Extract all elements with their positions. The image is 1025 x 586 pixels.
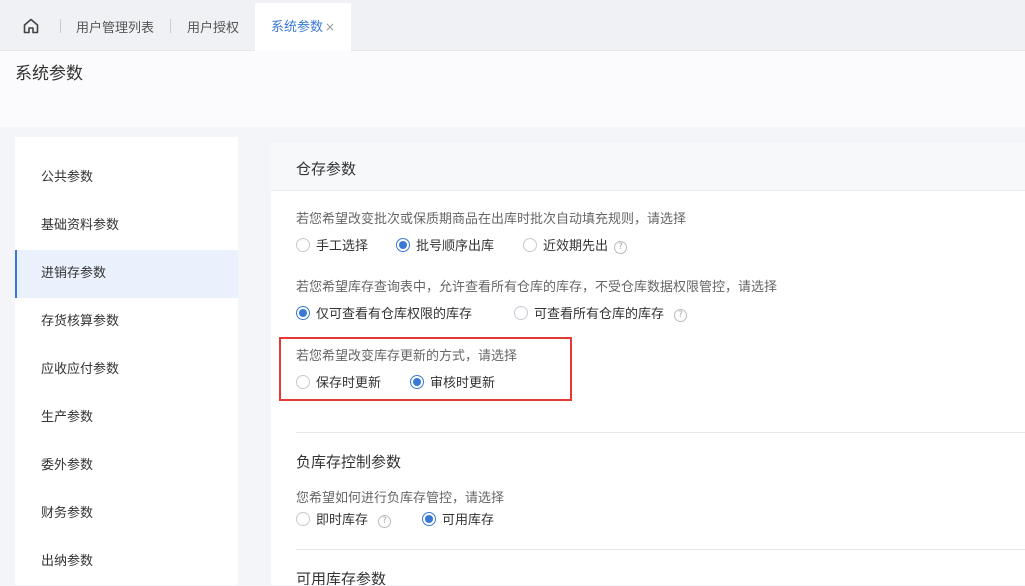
- tab-separator: [170, 19, 171, 33]
- sidebar-item-cost-accounting[interactable]: 存货核算参数: [15, 298, 238, 346]
- sidebar-item-cashier[interactable]: 出纳参数: [15, 538, 238, 586]
- radio-circle: [514, 306, 528, 320]
- sidebar: 公共参数 基础资料参数 进销存参数 存货核算参数 应收应付参数 生产参数 委外参…: [15, 137, 238, 585]
- radio-permitted-warehouses[interactable]: 仅可查看有仓库权限的库存: [296, 303, 472, 322]
- sidebar-item-inventory[interactable]: 进销存参数: [15, 250, 238, 298]
- radio-available-stock[interactable]: 可用库存: [422, 509, 494, 528]
- help-icon[interactable]: ?: [674, 309, 688, 322]
- radio-circle: [296, 512, 310, 526]
- sidebar-item-receivable-payable[interactable]: 应收应付参数: [15, 346, 238, 394]
- help-icon[interactable]: ?: [378, 515, 392, 528]
- section-title-warehouse: 仓存参数: [296, 160, 357, 178]
- radio-all-warehouses[interactable]: 可查看所有仓库的库存?: [514, 303, 688, 322]
- section-title-available-stock: 可用库存参数: [296, 570, 387, 585]
- highlight-box: [279, 337, 572, 401]
- option-label: 即时库存: [316, 513, 369, 528]
- tab-label: 系统参数: [271, 20, 324, 35]
- sidebar-item-public[interactable]: 公共参数: [15, 154, 238, 202]
- option-label: 可查看所有仓库的库存: [534, 307, 665, 322]
- tab-user-auth[interactable]: 用户授权: [187, 17, 239, 36]
- option-label: 可用库存: [442, 513, 495, 528]
- radio-manual-select[interactable]: 手工选择: [296, 235, 368, 254]
- section-divider: [296, 549, 1025, 550]
- help-icon[interactable]: ?: [614, 241, 628, 254]
- page-header: 系统参数: [0, 51, 1025, 127]
- radio-circle-selected: [396, 238, 410, 252]
- sidebar-item-outsourcing[interactable]: 委外参数: [15, 442, 238, 490]
- page-title: 系统参数: [15, 64, 83, 84]
- sidebar-item-finance[interactable]: 财务参数: [15, 490, 238, 538]
- section-header: 仓存参数: [271, 143, 1025, 191]
- radio-realtime-stock[interactable]: 即时库存?: [296, 509, 392, 528]
- home-icon[interactable]: [22, 17, 40, 35]
- tab-bar: 用户管理列表 用户授权 系统参数 ×: [0, 0, 1025, 51]
- tab-user-list[interactable]: 用户管理列表: [76, 17, 154, 36]
- tab-separator: [60, 19, 61, 33]
- radio-circle-selected: [422, 512, 436, 526]
- radio-circle: [523, 238, 537, 252]
- section-title-negative-stock: 负库存控制参数: [296, 453, 402, 471]
- question-stock-query: 若您希望库存查询表中，允许查看所有仓库的库存，不受仓库数据权限管控，请选择: [296, 280, 778, 295]
- sidebar-item-basic-data[interactable]: 基础资料参数: [15, 202, 238, 250]
- question-batch-fill: 若您希望改变批次或保质期商品在出库时批次自动填充规则，请选择: [296, 212, 687, 227]
- section-divider: [296, 432, 1025, 433]
- radio-batch-order[interactable]: 批号顺序出库: [396, 235, 494, 254]
- option-label: 手工选择: [316, 239, 369, 254]
- question-negative-stock: 您希望如何进行负库存管控，请选择: [296, 491, 505, 506]
- tab-system-params[interactable]: 系统参数 ×: [255, 3, 352, 51]
- option-label: 仅可查看有仓库权限的库存: [316, 307, 473, 322]
- radio-circle-selected: [296, 306, 310, 320]
- sidebar-item-production[interactable]: 生产参数: [15, 394, 238, 442]
- radio-circle: [296, 238, 310, 252]
- radio-near-expiry-first[interactable]: 近效期先出?: [523, 235, 628, 254]
- option-label: 批号顺序出库: [416, 239, 495, 254]
- close-icon[interactable]: ×: [325, 20, 335, 34]
- option-label: 近效期先出: [543, 239, 609, 254]
